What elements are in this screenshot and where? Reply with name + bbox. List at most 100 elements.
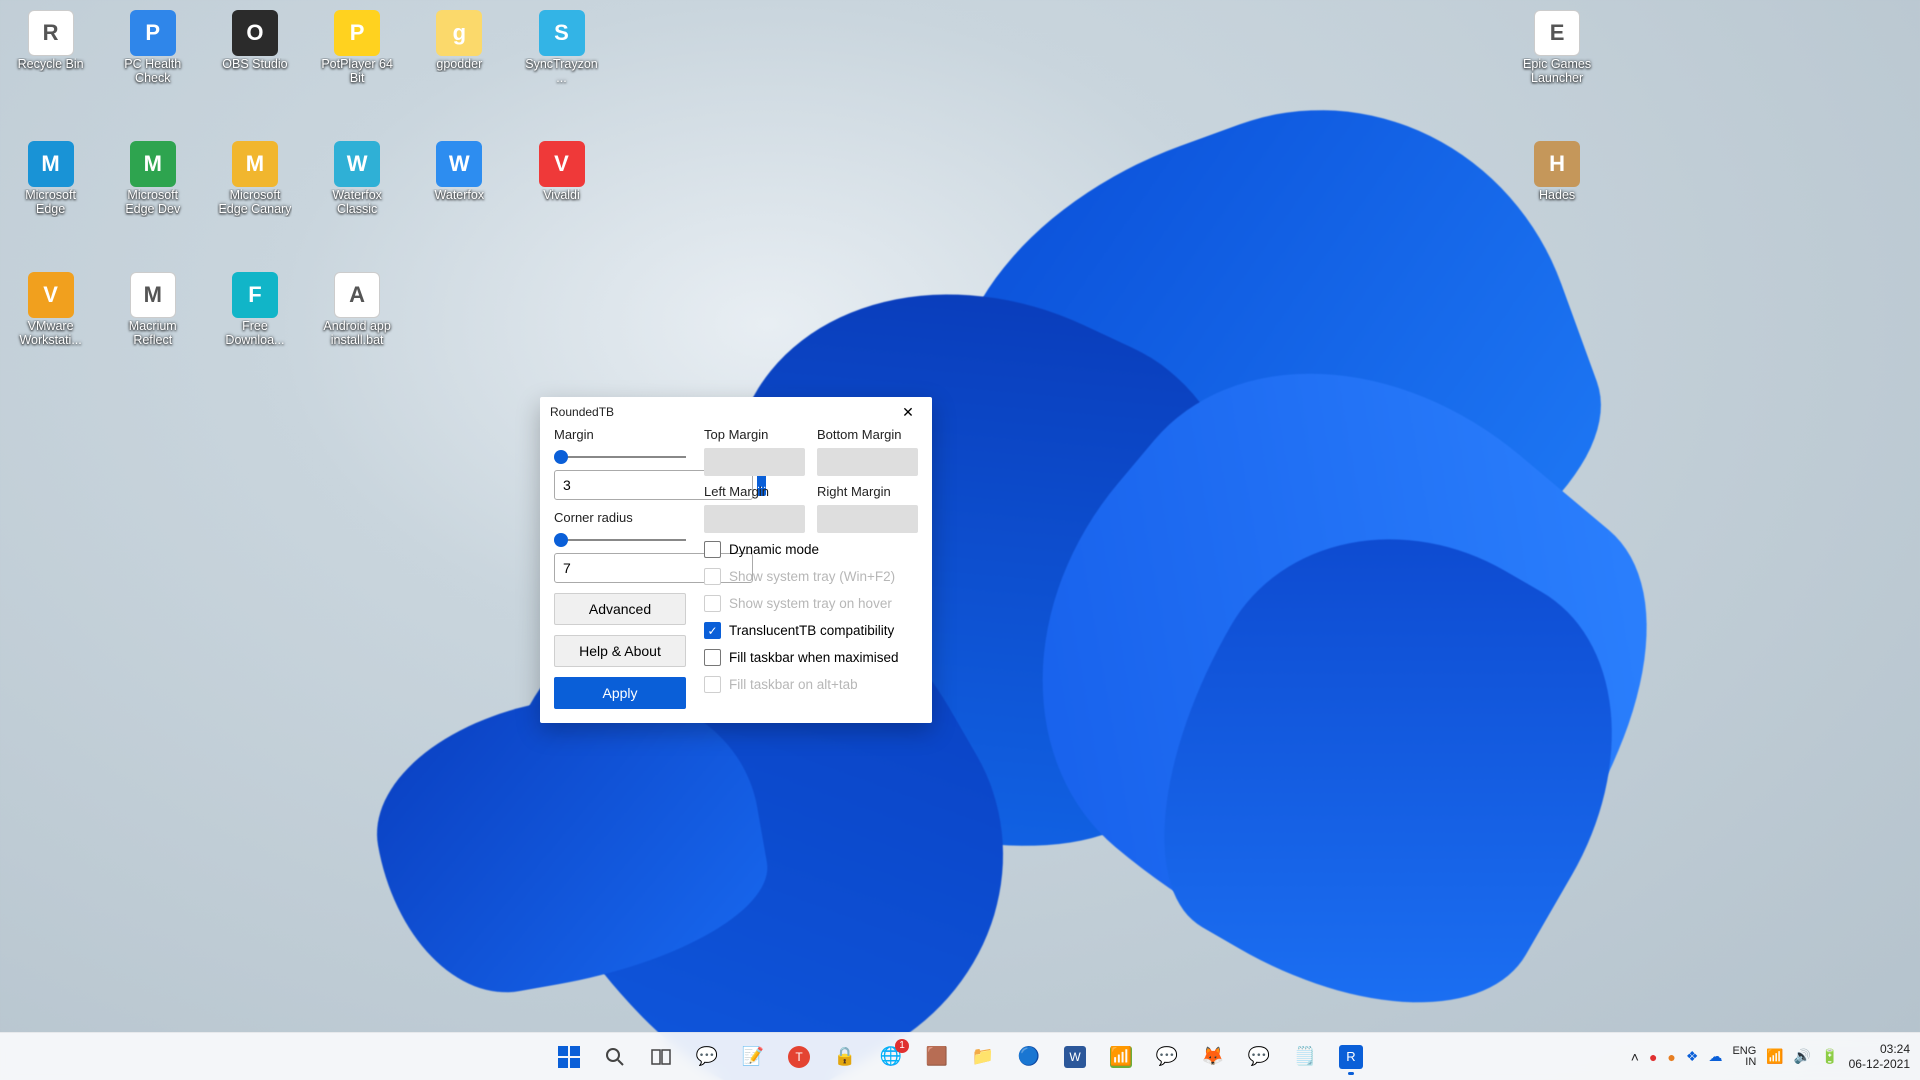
fill-maximised-row[interactable]: Fill taskbar when maximised	[704, 649, 918, 666]
tray-chevron-icon[interactable]: ˄	[1631, 1049, 1639, 1065]
help-about-button[interactable]: Help & About	[554, 635, 686, 667]
app-icon: M	[28, 141, 74, 187]
taskbar-app-whatsapp[interactable]: 💬	[1239, 1037, 1279, 1077]
system-tray-f2-row: Show system tray (Win+F2)	[704, 568, 918, 585]
right-margin-label: Right Margin	[817, 484, 918, 499]
icon-label: Vivaldi	[524, 189, 599, 203]
app-icon: W	[334, 141, 380, 187]
icon-label: VMware Workstati...	[13, 320, 88, 348]
app-icon: H	[1534, 141, 1580, 187]
taskbar-app-sticky[interactable]: 🗒️	[1285, 1037, 1325, 1077]
desktop-icon[interactable]: MMicrosoft Edge Canary	[217, 141, 292, 217]
icon-label: Free Downloa...	[217, 320, 292, 348]
top-margin-input[interactable]	[704, 448, 805, 476]
icon-label: PotPlayer 64 Bit	[320, 58, 395, 86]
desktop-icon[interactable]: VVivaldi	[524, 141, 599, 203]
titlebar[interactable]: RoundedTB ✕	[540, 397, 932, 427]
clock[interactable]: 03:24 06-12-2021	[1849, 1042, 1910, 1071]
taskbar-app-calc[interactable]: 🟫	[917, 1037, 957, 1077]
icon-label: Microsoft Edge Canary	[217, 189, 292, 217]
desktop-icon[interactable]: W Waterfox	[422, 141, 497, 203]
time-text: 03:24	[1880, 1042, 1910, 1056]
desktop-icon[interactable]: AAndroid app install.bat	[320, 272, 395, 348]
start-button[interactable]	[549, 1037, 589, 1077]
desktop-icon[interactable]: O OBS Studio	[217, 10, 292, 72]
widgets-button[interactable]: 💬	[687, 1037, 727, 1077]
tray-status2-icon[interactable]: ●	[1667, 1049, 1675, 1065]
left-margin-input[interactable]	[704, 505, 805, 533]
desktop-icon[interactable]: FFree Downloa...	[217, 272, 292, 348]
corner-radius-label: Corner radius	[554, 510, 686, 525]
desktop-icon[interactable]: EEpic Games Launcher	[1520, 10, 1595, 86]
desktop-icon[interactable]: MMacrium Reflect	[115, 272, 190, 348]
icon-label: Microsoft Edge	[13, 189, 88, 217]
desktop: RRecycle BinPPC Health CheckOOBS StudioP…	[0, 0, 1920, 1080]
app-icon: F	[232, 272, 278, 318]
taskbar-app-roundedtb[interactable]: R	[1331, 1037, 1371, 1077]
fill-alttab-label: Fill taskbar on alt+tab	[729, 677, 858, 692]
tray-status3-icon[interactable]: ❖	[1686, 1048, 1699, 1065]
taskbar-app-notepad[interactable]: 📝	[733, 1037, 773, 1077]
system-tray-hover-row: Show system tray on hover	[704, 595, 918, 612]
close-button[interactable]: ✕	[894, 398, 922, 426]
desktop-icon[interactable]: MMicrosoft Edge Dev	[115, 141, 190, 217]
taskbar-app-rss[interactable]: 📶	[1101, 1037, 1141, 1077]
calc-icon: 🟫	[926, 1046, 948, 1067]
bottom-margin-input[interactable]	[817, 448, 918, 476]
dynamic-mode-checkbox[interactable]	[704, 541, 721, 558]
taskbar-app-firefox[interactable]: 🦊	[1193, 1037, 1233, 1077]
desktop-icon[interactable]: SSyncTrayzon...	[524, 10, 599, 86]
skype-icon: 💬	[1156, 1046, 1178, 1067]
word-icon: W	[1064, 1046, 1086, 1068]
taskbar-app-edge[interactable]: 🌐1	[871, 1037, 911, 1077]
dynamic-mode-label: Dynamic mode	[729, 542, 819, 557]
margin-slider[interactable]	[554, 448, 686, 466]
task-view-button[interactable]	[641, 1037, 681, 1077]
desktop-icon[interactable]: HHades	[1520, 141, 1595, 203]
desktop-icon[interactable]: PPotPlayer 64 Bit	[320, 10, 395, 86]
icon-label: OBS Studio	[217, 58, 292, 72]
translucenttb-row[interactable]: ✓TranslucentTB compatibility	[704, 622, 918, 639]
corner-radius-slider[interactable]	[554, 531, 686, 549]
fill-maximised-label: Fill taskbar when maximised	[729, 650, 899, 665]
icon-label: SyncTrayzon...	[524, 58, 599, 86]
taskbar-app-skype[interactable]: 💬	[1147, 1037, 1187, 1077]
search-button[interactable]	[595, 1037, 635, 1077]
app-icon: O	[232, 10, 278, 56]
app-icon: E	[1534, 10, 1580, 56]
dynamic-mode-row[interactable]: Dynamic mode	[704, 541, 918, 558]
tray-onedrive-icon[interactable]: ☁	[1708, 1048, 1722, 1065]
icon-label: Recycle Bin	[13, 58, 88, 72]
icon-label: Android app install.bat	[320, 320, 395, 348]
desktop-icon[interactable]: PPC Health Check	[115, 10, 190, 86]
right-margin-input[interactable]	[817, 505, 918, 533]
fill-maximised-checkbox[interactable]	[704, 649, 721, 666]
roundedtb-icon: R	[1339, 1045, 1363, 1069]
left-margin-label: Left Margin	[704, 484, 805, 499]
battery-icon[interactable]: 🔋	[1821, 1048, 1838, 1065]
desktop-icon[interactable]: ggpodder	[422, 10, 497, 72]
desktop-icon[interactable]: MMicrosoft Edge	[13, 141, 88, 217]
taskbar-app-chrome[interactable]: 🔵	[1009, 1037, 1049, 1077]
app-icon: V	[28, 272, 74, 318]
taskbar-app-explorer[interactable]: 📁	[963, 1037, 1003, 1077]
icon-label: Waterfox	[422, 189, 497, 203]
volume-icon[interactable]: 🔊	[1794, 1048, 1811, 1065]
desktop-icon[interactable]: RRecycle Bin	[13, 10, 88, 72]
taskbar-app-todoist[interactable]: T	[779, 1037, 819, 1077]
taskbar-app-lock[interactable]: 🔒	[825, 1037, 865, 1077]
icon-label: Microsoft Edge Dev	[115, 189, 190, 217]
desktop-icon[interactable]: WWaterfox Classic	[320, 141, 395, 217]
apply-button[interactable]: Apply	[554, 677, 686, 709]
tray-status1-icon[interactable]: ●	[1649, 1049, 1657, 1065]
app-icon: W	[436, 141, 482, 187]
advanced-button[interactable]: Advanced	[554, 593, 686, 625]
wifi-icon[interactable]: 📶	[1766, 1048, 1783, 1065]
taskbar-app-word[interactable]: W	[1055, 1037, 1095, 1077]
lock-icon: 🔒	[834, 1046, 856, 1067]
chrome-icon: 🔵	[1018, 1046, 1040, 1067]
translucenttb-checkbox[interactable]: ✓	[704, 622, 721, 639]
desktop-icon[interactable]: VVMware Workstati...	[13, 272, 88, 348]
icon-label: Macrium Reflect	[115, 320, 190, 348]
language-indicator[interactable]: ENG IN	[1732, 1046, 1756, 1068]
